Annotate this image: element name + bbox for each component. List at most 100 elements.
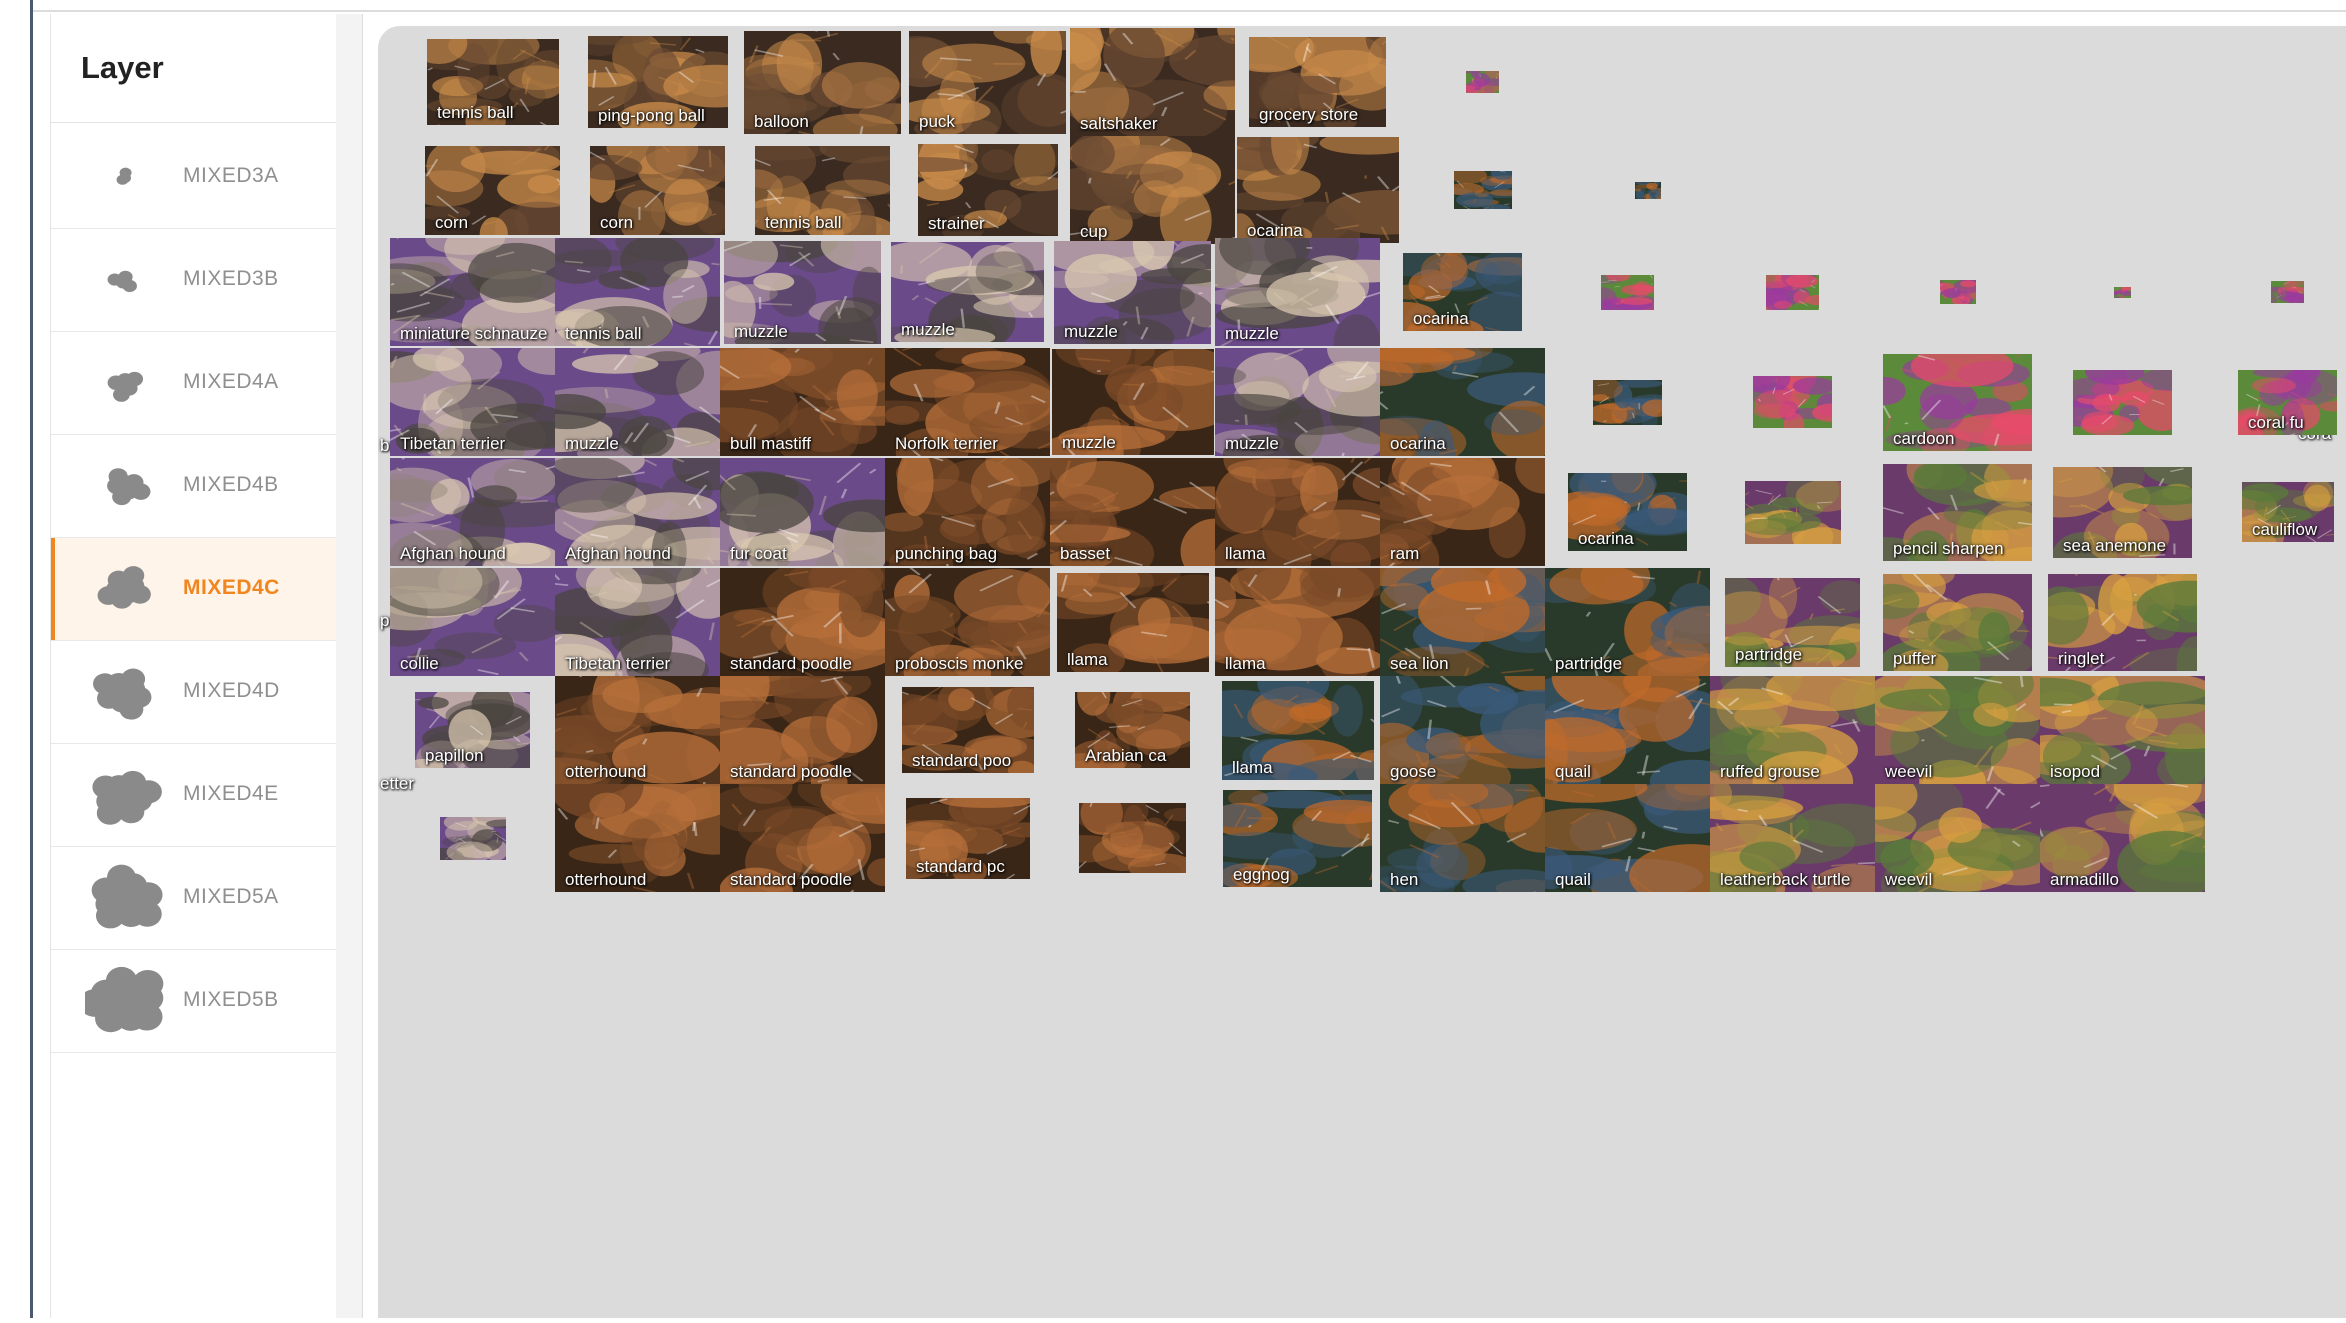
atlas-tile[interactable]: Tibetan terrier — [555, 568, 720, 676]
layer-item-mixed5a[interactable]: MIXED5A — [51, 847, 337, 950]
atlas-tile[interactable]: basset — [1050, 458, 1215, 566]
atlas-tile[interactable]: goose — [1380, 676, 1545, 784]
atlas-tile[interactable]: leatherback turtle — [1710, 784, 1875, 892]
atlas-tile[interactable] — [1766, 275, 1819, 310]
atlas-tile[interactable]: Afghan hound — [555, 458, 720, 566]
atlas-tile[interactable] — [440, 817, 506, 860]
atlas-tile[interactable]: weevil — [1875, 784, 2040, 892]
atlas-tile[interactable] — [1454, 171, 1512, 209]
atlas-tile[interactable]: tennis ball — [427, 39, 559, 125]
atlas-tile[interactable] — [1079, 803, 1186, 873]
atlas-tile[interactable]: corn — [590, 146, 725, 235]
atlas-tile[interactable]: armadillo — [2040, 784, 2205, 892]
atlas-tile[interactable]: puffer — [1883, 574, 2032, 671]
sidebar-scrollbar[interactable] — [336, 14, 363, 1323]
atlas-tile[interactable]: partridge — [1545, 568, 1710, 676]
feature-visualization — [2073, 370, 2172, 435]
atlas-tile[interactable]: muzzle — [1215, 238, 1380, 346]
atlas-tile[interactable]: bull mastiff — [720, 348, 885, 456]
atlas-tile[interactable]: partridge — [1725, 578, 1860, 667]
atlas-tile[interactable]: corn — [425, 146, 560, 235]
atlas-tile[interactable]: collie — [390, 568, 555, 676]
layer-item-mixed4d[interactable]: MIXED4D — [51, 641, 337, 744]
atlas-tile[interactable]: ruffed grouse — [1710, 676, 1875, 784]
atlas-tile[interactable]: ram — [1380, 458, 1545, 566]
atlas-tile[interactable]: proboscis monke — [885, 568, 1050, 676]
atlas-tile[interactable]: strainer — [918, 144, 1058, 236]
atlas-tile[interactable]: llama — [1215, 458, 1380, 566]
atlas-tile[interactable]: cardoon — [1883, 354, 2032, 451]
layer-item-mixed4a[interactable]: MIXED4A — [51, 332, 337, 435]
atlas-tile[interactable]: coral fu — [2238, 370, 2337, 435]
atlas-tile[interactable]: muzzle — [555, 348, 720, 456]
atlas-tile[interactable]: isopod — [2040, 676, 2205, 784]
atlas-tile[interactable]: fur coat — [720, 458, 885, 566]
atlas-tile[interactable]: ocarina — [1380, 348, 1545, 456]
atlas-tile[interactable] — [2073, 370, 2172, 435]
atlas-tile[interactable]: punching bag — [885, 458, 1050, 566]
atlas-tile[interactable]: muzzle — [891, 242, 1044, 342]
layer-item-mixed4b[interactable]: MIXED4B — [51, 435, 337, 538]
layer-item-mixed4e[interactable]: MIXED4E — [51, 744, 337, 847]
layer-item-mixed5b[interactable]: MIXED5B — [51, 950, 337, 1053]
atlas-tile[interactable]: standard poodle — [720, 676, 885, 784]
atlas-tile[interactable]: Afghan hound — [390, 458, 555, 566]
atlas-tile[interactable] — [1745, 481, 1841, 544]
atlas-tile[interactable]: cauliflow — [2242, 482, 2334, 542]
atlas-tile[interactable]: llama — [1057, 573, 1209, 672]
atlas-tile[interactable]: hen — [1380, 784, 1545, 892]
atlas-tile[interactable]: tennis ball — [555, 238, 720, 346]
atlas-tile[interactable]: otterhound — [555, 784, 720, 892]
atlas-tile[interactable]: eggnog — [1223, 790, 1372, 887]
atlas-tile[interactable]: puck — [909, 31, 1066, 134]
atlas-tile[interactable] — [1753, 376, 1832, 428]
atlas-tile[interactable]: sea anemone — [2053, 467, 2192, 558]
atlas-tile[interactable]: saltshaker — [1070, 28, 1235, 136]
tile-label: partridge — [1735, 645, 1803, 664]
atlas-tile[interactable]: quail — [1545, 676, 1710, 784]
atlas-tile[interactable] — [1940, 280, 1976, 304]
atlas-tile[interactable]: Tibetan terrier — [390, 348, 555, 456]
tile-label: Afghan hound — [565, 544, 671, 563]
tile-label: puck — [919, 112, 955, 131]
atlas-tile[interactable]: standard poodle — [720, 784, 885, 892]
atlas-tile[interactable]: llama — [1222, 681, 1374, 780]
atlas-tile[interactable] — [1635, 182, 1661, 199]
atlas-tile[interactable]: llama — [1215, 568, 1380, 676]
atlas-tile[interactable]: Arabian ca — [1075, 692, 1190, 768]
atlas-tile[interactable] — [1593, 380, 1662, 425]
atlas-tile[interactable]: balloon — [744, 31, 901, 134]
tile-label: muzzle — [1062, 433, 1116, 452]
atlas-tile[interactable] — [1601, 275, 1654, 310]
atlas-tile[interactable]: sea lion — [1380, 568, 1545, 676]
atlas-tile[interactable]: ping-pong ball — [588, 36, 728, 128]
atlas-tile[interactable]: muzzle — [1215, 348, 1380, 456]
atlas-tile[interactable]: muzzle — [1054, 241, 1211, 344]
activation-atlas[interactable]: bull pringer etter cora tennis ballping-… — [378, 26, 2346, 1323]
atlas-tile[interactable]: grocery store — [1249, 37, 1386, 127]
atlas-tile[interactable]: quail — [1545, 784, 1710, 892]
atlas-tile[interactable]: weevil — [1875, 676, 2040, 784]
atlas-tile[interactable]: ocarina — [1568, 473, 1687, 551]
atlas-tile[interactable]: miniature schnauze — [390, 238, 555, 346]
atlas-tile[interactable]: papillon — [415, 692, 530, 768]
atlas-tile[interactable]: muzzle — [1052, 349, 1214, 455]
atlas-tile[interactable]: tennis ball — [755, 146, 890, 235]
atlas-tile[interactable]: standard poodle — [720, 568, 885, 676]
layer-item-mixed4c[interactable]: MIXED4C — [51, 538, 337, 641]
atlas-tile[interactable]: Norfolk terrier — [885, 348, 1050, 456]
atlas-tile[interactable]: ringlet — [2048, 574, 2197, 671]
atlas-tile[interactable]: pencil sharpen — [1883, 464, 2032, 561]
atlas-tile[interactable]: otterhound — [555, 676, 720, 784]
layer-item-mixed3a[interactable]: MIXED3A — [51, 126, 337, 229]
atlas-tile[interactable]: ocarina — [1237, 137, 1399, 243]
atlas-tile[interactable] — [1466, 71, 1499, 93]
atlas-tile[interactable]: ocarina — [1403, 253, 1522, 331]
atlas-tile[interactable]: standard poo — [902, 687, 1034, 773]
atlas-tile[interactable] — [2271, 281, 2304, 303]
atlas-tile[interactable]: standard pc — [906, 798, 1030, 879]
atlas-tile[interactable]: muzzle — [724, 241, 881, 344]
atlas-tile[interactable] — [2114, 287, 2131, 298]
layer-item-mixed3b[interactable]: MIXED3B — [51, 229, 337, 332]
atlas-tile[interactable]: cup — [1070, 136, 1235, 244]
